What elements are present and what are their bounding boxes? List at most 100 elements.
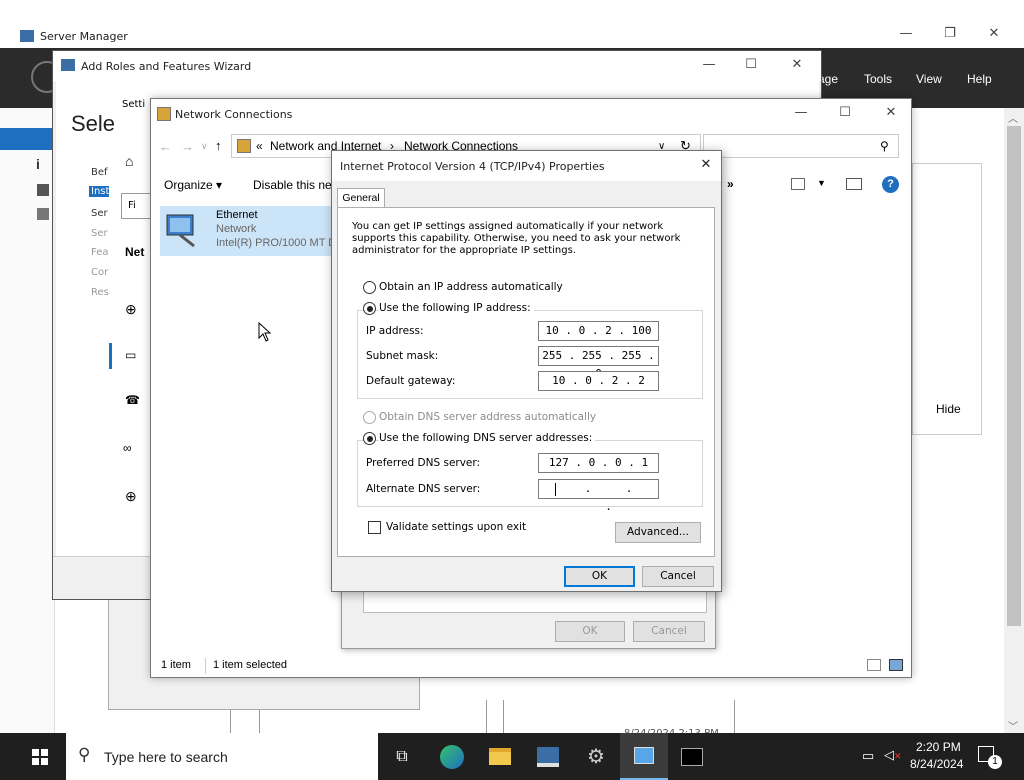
organize-button[interactable]: Organize ▾ — [164, 178, 222, 192]
tray-network-icon[interactable]: ▭ — [862, 748, 874, 764]
breadcrumb-sep: « — [256, 139, 263, 153]
start-button[interactable] — [16, 733, 64, 780]
radio-obtain-ip-auto[interactable] — [363, 281, 376, 294]
settings-gear-icon[interactable]: ⚙ — [572, 733, 620, 780]
help-icon[interactable]: ? — [882, 176, 899, 193]
sm-local-server-icon[interactable]: i — [36, 156, 40, 172]
tray-volume-muted-icon[interactable]: ◁✕ — [884, 747, 902, 763]
tcp-tab-panel: You can get IP settings assigned automat… — [337, 207, 715, 557]
search-magnifier-icon: ⚲ — [78, 745, 91, 764]
ethernet-nav-icon[interactable]: ▭ — [125, 348, 136, 362]
disable-device-button[interactable]: Disable this net — [253, 178, 335, 192]
wizard-nav-item[interactable]: Fea — [91, 247, 109, 258]
wizard-icon — [61, 59, 75, 71]
wizard-nav-item[interactable]: Bef — [91, 167, 108, 178]
file-explorer-icon[interactable] — [476, 733, 524, 780]
proxy-globe-icon[interactable]: ⊕ — [125, 488, 137, 505]
task-view-icon[interactable]: ⧉ — [378, 733, 426, 780]
server-manager-title: Server Manager — [40, 30, 128, 43]
toolbar-more-button[interactable]: » — [727, 177, 734, 191]
sm-hide-link[interactable]: Hide — [936, 402, 961, 416]
nc-search-box[interactable]: ⚲ — [703, 134, 899, 158]
sm-restore-button[interactable]: ❐ — [940, 26, 960, 41]
bg-cancel-button[interactable]: Cancel — [633, 621, 705, 642]
wizard-minimize-button[interactable]: — — [699, 57, 719, 72]
tab-general[interactable]: General — [337, 188, 385, 208]
vpn-icon[interactable]: ∞ — [123, 441, 132, 455]
details-view-icon[interactable] — [867, 659, 881, 671]
radio-obtain-dns-auto[interactable] — [363, 411, 376, 424]
tcp-close-button[interactable]: ✕ — [698, 157, 714, 172]
sm-scroll-up-icon[interactable]: ︿ — [1008, 110, 1018, 125]
sm-menu-tools[interactable]: Tools — [864, 72, 892, 86]
sm-menu-view[interactable]: View — [916, 72, 942, 86]
preferred-dns-input[interactable]: 127 . 0 . 0 . 1 — [538, 453, 659, 473]
search-icon: ⚲ — [880, 139, 889, 153]
sm-file-services-icon[interactable] — [37, 208, 49, 220]
advanced-button[interactable]: Advanced... — [615, 522, 701, 543]
globe-network-icon[interactable]: ⊕ — [125, 301, 137, 318]
ip-address-input[interactable]: 10 . 0 . 2 . 100 — [538, 321, 659, 341]
nc-forward-icon[interactable]: → — [181, 139, 194, 154]
adapter-ethernet[interactable]: Ethernet Network Intel(R) PRO/1000 MT D — [160, 206, 340, 256]
taskbar: ⚲ Type here to search ⧉ ⚙ ▭ ◁✕ 2:20 PM 8… — [0, 733, 1024, 780]
tcp-description: You can get IP settings assigned automat… — [352, 221, 681, 256]
validate-checkbox[interactable] — [368, 521, 381, 534]
wizard-nav-item[interactable]: Ser — [91, 208, 108, 219]
nc-maximize-button[interactable]: ☐ — [835, 105, 855, 120]
wizard-body — [56, 81, 109, 586]
subnet-mask-input[interactable]: 255 . 255 . 255 . 0 — [538, 346, 659, 380]
wizard-nav-item[interactable]: Ser — [91, 228, 108, 239]
sm-minimize-button[interactable]: — — [896, 26, 916, 41]
home-icon[interactable]: ⌂ — [125, 153, 133, 169]
label-obtain-ip-auto: Obtain an IP address automatically — [379, 281, 563, 293]
wizard-find-text: Fi — [128, 200, 136, 211]
radio-use-following-ip[interactable] — [363, 302, 376, 315]
wizard-heading: Sele — [71, 111, 116, 136]
edge-browser-icon[interactable] — [428, 733, 476, 780]
taskbar-search-box[interactable]: ⚲ Type here to search — [66, 733, 378, 780]
sm-all-servers-icon[interactable] — [37, 184, 49, 196]
default-gateway-input[interactable]: 10 . 0 . 2 . 2 — [538, 371, 659, 391]
cancel-button[interactable]: Cancel — [642, 566, 714, 587]
tcpipv4-properties-dialog: Internet Protocol Version 4 (TCP/IPv4) P… — [331, 150, 722, 592]
wizard-find-box[interactable]: Fi — [121, 193, 151, 219]
ethernet-adapter-icon — [164, 212, 204, 248]
nc-recent-icon[interactable]: ∨ — [201, 141, 208, 152]
label-validate: Validate settings upon exit — [386, 521, 527, 533]
label-ip-address: IP address: — [366, 325, 424, 337]
wizard-settings-label: Setti — [122, 99, 146, 110]
wizard-nav-item[interactable]: Res — [91, 287, 109, 298]
tray-time[interactable]: 2:20 PM — [916, 740, 961, 754]
text-cursor — [555, 483, 556, 496]
cmd-terminal-icon[interactable] — [668, 733, 716, 780]
view-dropdown-icon[interactable]: ▼ — [817, 178, 826, 188]
sm-scroll-thumb[interactable] — [1007, 126, 1021, 626]
nc-back-icon[interactable]: ← — [159, 139, 172, 154]
nc-close-button[interactable]: ✕ — [881, 105, 901, 120]
nc-up-icon[interactable]: ↑ — [215, 138, 222, 153]
server-manager-taskbar-icon[interactable] — [524, 733, 572, 780]
sm-scroll-down-icon[interactable]: ﹀ — [1008, 718, 1018, 733]
network-connections-taskbar-icon[interactable] — [620, 733, 668, 780]
dialup-icon[interactable]: ☎ — [125, 393, 140, 407]
wizard-net-label: Net — [125, 245, 145, 259]
view-options-icon[interactable] — [791, 178, 805, 190]
ok-button[interactable]: OK — [564, 566, 635, 587]
sm-menu-help[interactable]: Help — [967, 72, 992, 86]
wizard-nav-item[interactable]: Cor — [91, 267, 108, 278]
wizard-close-button[interactable]: ✕ — [787, 57, 807, 72]
server-manager-titlebar: Server Manager — ❐ ✕ — [0, 24, 1024, 48]
sm-dashboard-icon[interactable] — [0, 128, 55, 150]
tray-date[interactable]: 8/24/2024 — [910, 757, 963, 771]
sm-scrollbar[interactable]: ︿ ﹀ — [1004, 108, 1024, 733]
wizard-nav-item-active[interactable]: Inst — [89, 186, 109, 197]
alternate-dns-input[interactable]: . . . — [538, 479, 659, 513]
preview-pane-icon[interactable] — [846, 178, 862, 190]
nc-minimize-button[interactable]: — — [791, 105, 811, 120]
sm-close-button[interactable]: ✕ — [984, 26, 1004, 41]
large-icons-view-icon[interactable] — [889, 659, 903, 671]
wizard-maximize-button[interactable]: ☐ — [741, 57, 761, 72]
bg-ok-button[interactable]: OK — [555, 621, 625, 642]
radio-use-following-dns[interactable] — [363, 432, 376, 445]
